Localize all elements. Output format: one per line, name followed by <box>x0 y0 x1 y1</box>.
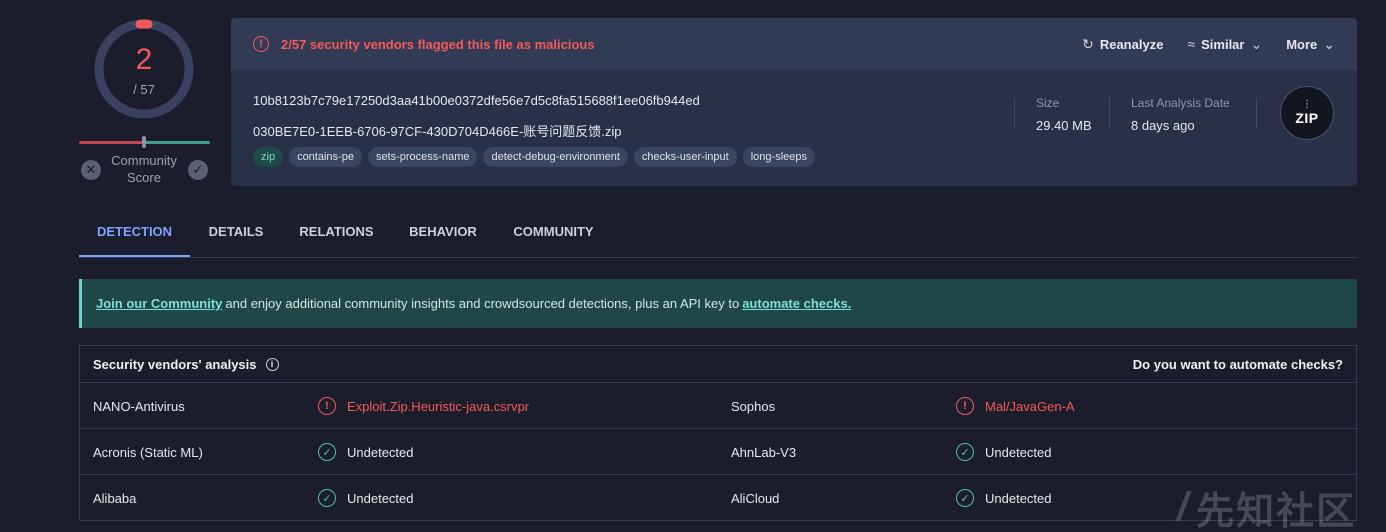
tab-community[interactable]: COMMUNITY <box>495 214 612 257</box>
tag-detect-debug-environment[interactable]: detect-debug-environment <box>483 147 628 167</box>
reanalyze-button[interactable]: ↻ Reanalyze <box>1082 36 1163 53</box>
join-community-link[interactable]: Join our Community <box>96 296 222 311</box>
banner-text: and enjoy additional community insights … <box>225 296 740 311</box>
file-summary-card: ! 2/57 security vendors flagged this fil… <box>231 18 1357 186</box>
vote-harmless-button[interactable]: ✓ <box>188 160 208 180</box>
check-circle-icon: ✓ <box>318 443 336 461</box>
tab-details[interactable]: DETAILS <box>190 214 282 257</box>
vendor-result: ✓ Undetected <box>956 429 1052 475</box>
automate-checks-prompt[interactable]: Do you want to automate checks? <box>1133 357 1343 372</box>
watermark: / 先知社区 <box>1177 480 1356 532</box>
divider <box>1256 98 1257 128</box>
divider <box>1109 98 1110 128</box>
detection-ring: 2 / 57 <box>92 17 196 121</box>
divider <box>1014 98 1015 128</box>
vendor-name: AliCloud <box>731 490 780 506</box>
community-score-bar-negative <box>79 141 144 144</box>
vendor-result: ✓ Undetected <box>318 475 414 521</box>
detection-label: Undetected <box>985 444 1052 460</box>
alert-text: 2/57 security vendors flagged this file … <box>281 36 595 52</box>
alert-icon: ! <box>318 397 336 415</box>
community-score-label: Community Score <box>111 153 177 185</box>
detection-label: Undetected <box>347 490 414 506</box>
info-icon[interactable]: i <box>265 357 279 371</box>
community-score-marker <box>142 136 146 148</box>
tag-sets-process-name[interactable]: sets-process-name <box>367 147 478 167</box>
tag-long-sleeps[interactable]: long-sleeps <box>742 147 815 167</box>
file-type-label: ZIP <box>1295 110 1319 126</box>
similar-icon: ≈ <box>1187 36 1196 52</box>
detection-label: Undetected <box>985 490 1052 506</box>
tag-zip[interactable]: zip <box>253 147 284 167</box>
watermark-text: 先知社区 <box>1196 491 1357 532</box>
more-label: More <box>1286 36 1318 52</box>
file-type-badge: ⋮ ZIP <box>1280 86 1334 140</box>
reanalyze-label: Reanalyze <box>1099 36 1164 52</box>
file-details: 10b8123b7c79e17250d3aa41b00e0372dfe56e7d… <box>231 70 1357 186</box>
detection-label: Exploit.Zip.Heuristic-java.csrvpr <box>347 398 530 414</box>
last-analysis-label: Last Analysis Date <box>1131 96 1230 110</box>
last-analysis: Last Analysis Date 8 days ago <box>1131 96 1230 133</box>
detection-label: Mal/JavaGen-A <box>985 398 1075 414</box>
vote-malicious-button[interactable]: ✕ <box>81 160 101 180</box>
detection-count: 2 <box>135 43 153 76</box>
last-analysis-value: 8 days ago <box>1131 118 1195 133</box>
check-circle-icon: ✓ <box>318 489 336 507</box>
vendor-result: ! Exploit.Zip.Heuristic-java.csrvpr <box>318 383 529 429</box>
refresh-icon: ↻ <box>1082 35 1094 52</box>
vendor-name: AhnLab-V3 <box>731 444 797 460</box>
vendor-result: ✓ Undetected <box>956 475 1052 521</box>
automate-checks-link[interactable]: automate checks. <box>742 296 851 311</box>
chevron-down-icon: ⌄ <box>1250 35 1263 52</box>
tab-relations[interactable]: RELATIONS <box>282 214 391 257</box>
similar-dropdown[interactable]: ≈ Similar ⌄ <box>1187 36 1262 53</box>
vendor-name: NANO-Antivirus <box>93 398 185 414</box>
detection-label: Undetected <box>347 444 414 460</box>
check-circle-icon: ✓ <box>956 489 974 507</box>
similar-label: Similar <box>1201 36 1245 52</box>
community-score-bar-positive <box>144 141 210 144</box>
detection-total: / 57 <box>133 82 155 97</box>
vendors-header: Security vendors' analysis i Do you want… <box>80 346 1356 383</box>
file-tags: zip contains-pe sets-process-name detect… <box>253 147 815 167</box>
tag-contains-pe[interactable]: contains-pe <box>289 147 362 167</box>
community-banner: Join our Community and enjoy additional … <box>79 279 1357 328</box>
file-size: Size 29.40 MB <box>1036 96 1092 133</box>
zipper-icon: ⋮ <box>1302 99 1312 110</box>
more-dropdown[interactable]: More ⌄ <box>1286 36 1335 53</box>
table-row: Acronis (Static ML) ✓ Undetected AhnLab-… <box>80 429 1356 475</box>
file-hash[interactable]: 10b8123b7c79e17250d3aa41b00e0372dfe56e7d… <box>253 93 700 108</box>
watermark-logo-icon: / <box>1177 485 1191 529</box>
vendors-title: Security vendors' analysis <box>93 356 257 372</box>
community-score-bar <box>79 136 210 148</box>
vendor-result: ! Mal/JavaGen-A <box>956 383 1075 429</box>
vendor-name: Sophos <box>731 398 776 414</box>
detection-score: 2 / 57 ✕ Community Score ✓ <box>79 15 210 190</box>
chevron-down-icon: ⌄ <box>1323 35 1335 52</box>
file-size-value: 29.40 MB <box>1036 118 1092 133</box>
table-row: NANO-Antivirus ! Exploit.Zip.Heuristic-j… <box>80 383 1356 429</box>
vendor-name: Alibaba <box>93 490 137 506</box>
vendor-result: ✓ Undetected <box>318 429 414 475</box>
tab-behavior[interactable]: BEHAVIOR <box>391 214 495 257</box>
file-size-label: Size <box>1036 96 1060 110</box>
header-actions: ↻ Reanalyze ≈ Similar ⌄ More ⌄ <box>1082 36 1335 53</box>
alert-icon: ! <box>956 397 974 415</box>
table-row: Alibaba ✓ Undetected AliCloud ✓ Undetect… <box>80 475 1356 521</box>
check-circle-icon: ✓ <box>956 443 974 461</box>
vendors-analysis: Security vendors' analysis i Do you want… <box>79 345 1357 521</box>
alert-icon: ! <box>253 36 269 52</box>
vendor-name: Acronis (Static ML) <box>93 444 203 460</box>
report-tabs: DETECTION DETAILS RELATIONS BEHAVIOR COM… <box>79 214 1357 258</box>
tab-detection[interactable]: DETECTION <box>79 214 190 257</box>
alert-header: ! 2/57 security vendors flagged this fil… <box>231 18 1357 70</box>
file-name: 030BE7E0-1EEB-6706-97CF-430D704D466E-账号问… <box>253 124 622 139</box>
tag-checks-user-input[interactable]: checks-user-input <box>633 147 737 167</box>
